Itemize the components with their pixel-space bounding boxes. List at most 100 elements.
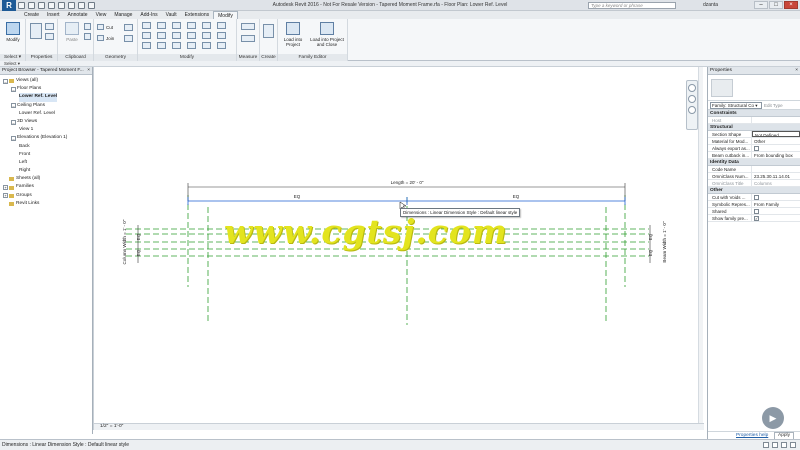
steering-wheel-icon[interactable]: [688, 84, 696, 92]
filter-icon[interactable]: [781, 442, 787, 448]
join-button[interactable]: Join: [97, 35, 114, 41]
offset-icon[interactable]: [157, 22, 166, 29]
select-dropdown[interactable]: Select ▾: [0, 54, 25, 61]
tab-modify[interactable]: Modify: [213, 11, 238, 19]
property-checkbox[interactable]: [754, 195, 759, 200]
aligned-dimension-icon[interactable]: [241, 35, 255, 42]
search-input[interactable]: Type a keyword or phrase: [588, 2, 676, 9]
collapse-icon[interactable]: –: [11, 135, 16, 141]
tab-add-ins[interactable]: Add-Ins: [136, 11, 161, 19]
trim-icon[interactable]: [187, 32, 196, 39]
geometry-tool-icon[interactable]: [124, 24, 133, 31]
array-icon[interactable]: [202, 32, 211, 39]
tab-manage[interactable]: Manage: [110, 11, 136, 19]
undo-icon[interactable]: [38, 2, 45, 9]
tree-node[interactable]: View 1: [0, 126, 92, 134]
tree-node[interactable]: – Elevations (Elevation 1): [0, 134, 92, 142]
zoom-icon[interactable]: [688, 95, 696, 103]
maximize-button[interactable]: □: [769, 1, 783, 9]
move-icon[interactable]: [142, 32, 151, 39]
property-group-header[interactable]: Identity Data: [708, 159, 800, 166]
save-icon[interactable]: [28, 2, 35, 9]
tree-node[interactable]: – Ceiling Plans: [0, 102, 92, 110]
cut-button[interactable]: Cut: [97, 24, 113, 30]
copy-icon[interactable]: [84, 23, 91, 30]
property-group-header[interactable]: Other: [708, 187, 800, 194]
property-value[interactable]: Other: [752, 138, 800, 144]
close-icon[interactable]: ×: [87, 67, 90, 74]
tab-create[interactable]: Create: [20, 11, 43, 19]
paste-button[interactable]: Paste: [61, 22, 83, 52]
property-value[interactable]: [752, 117, 800, 123]
measure-icon[interactable]: [68, 2, 75, 9]
tab-vault[interactable]: Vault: [162, 11, 181, 19]
user-name[interactable]: dzanta: [703, 2, 718, 8]
vertical-scrollbar[interactable]: [698, 67, 703, 423]
tab-annotate[interactable]: Annotate: [64, 11, 92, 19]
property-value[interactable]: [752, 145, 800, 151]
unpin-icon[interactable]: [187, 42, 196, 49]
close-icon[interactable]: ×: [795, 67, 798, 75]
tree-node[interactable]: + Groups: [0, 192, 92, 200]
open-icon[interactable]: [18, 2, 25, 9]
application-menu-button[interactable]: R: [2, 0, 16, 11]
collapse-icon[interactable]: –: [11, 103, 16, 109]
property-group-header[interactable]: Structural: [708, 124, 800, 131]
property-value[interactable]: 23.25.30.11.14.01: [752, 173, 800, 179]
tree-node[interactable]: Lower Ref. Level: [0, 110, 92, 118]
split-icon[interactable]: [202, 22, 211, 29]
collapse-icon[interactable]: –: [11, 86, 16, 92]
edit-type-button[interactable]: Edit Type: [764, 103, 783, 108]
modify-button[interactable]: Modify: [2, 22, 24, 52]
property-checkbox[interactable]: [754, 209, 759, 214]
family-types-icon[interactable]: [45, 23, 54, 30]
load-into-project-button[interactable]: Load into Project: [280, 22, 306, 52]
paint-icon[interactable]: [124, 35, 133, 42]
tree-node[interactable]: Lower Ref. Level: [0, 93, 92, 102]
property-value[interactable]: [752, 194, 800, 200]
align-icon[interactable]: [142, 22, 151, 29]
lock-icon[interactable]: [217, 42, 226, 49]
copy-tool-icon[interactable]: [157, 32, 166, 39]
3d-view-icon[interactable]: [88, 2, 95, 9]
create-group-icon[interactable]: [263, 24, 274, 38]
property-value[interactable]: From bounding box: [752, 152, 800, 158]
expand-icon[interactable]: +: [3, 185, 8, 191]
split-gap-icon[interactable]: [172, 42, 181, 49]
close-button[interactable]: ×: [784, 1, 798, 9]
worksharing-icon[interactable]: [763, 442, 769, 448]
expand-icon[interactable]: +: [3, 193, 8, 199]
property-value[interactable]: [752, 166, 800, 172]
mirror-axis-icon[interactable]: [172, 22, 181, 29]
pin-icon[interactable]: [217, 22, 226, 29]
redo-icon[interactable]: [48, 2, 55, 9]
pan-icon[interactable]: [688, 106, 696, 114]
match-icon[interactable]: [84, 33, 91, 40]
tree-node[interactable]: Front: [0, 151, 92, 159]
property-value[interactable]: [752, 208, 800, 214]
properties-icon[interactable]: [30, 23, 42, 39]
measure-distance-icon[interactable]: [241, 23, 255, 30]
tab-view[interactable]: View: [92, 11, 111, 19]
delete-icon[interactable]: [202, 42, 211, 49]
property-checkbox[interactable]: ✓: [754, 216, 759, 221]
tab-extensions[interactable]: Extensions: [181, 11, 213, 19]
property-value[interactable]: Columns: [752, 180, 800, 186]
select-links-icon[interactable]: [790, 442, 796, 448]
trim-single-icon[interactable]: [142, 42, 151, 49]
tab-insert[interactable]: Insert: [43, 11, 64, 19]
design-options-icon[interactable]: [772, 442, 778, 448]
load-and-close-button[interactable]: Load into Project and Close: [308, 22, 346, 52]
family-dropdown[interactable]: Family: Structural Co ▾: [710, 101, 762, 109]
tree-node[interactable]: – Views (all): [0, 77, 92, 85]
tree-node[interactable]: –3D Views: [0, 118, 92, 126]
scale-icon[interactable]: [217, 32, 226, 39]
tree-node[interactable]: + Families: [0, 183, 92, 191]
drawing-canvas[interactable]: Length = 20' - 0" EQ EQ EQ EQ EQ EQ Column Widt…: [93, 67, 704, 430]
tree-node[interactable]: Right: [0, 167, 92, 175]
property-value[interactable]: ✓: [752, 215, 800, 221]
collapse-icon[interactable]: –: [3, 78, 8, 84]
type-selector[interactable]: [708, 75, 800, 101]
property-value[interactable]: From Family: [752, 201, 800, 207]
print-icon[interactable]: [58, 2, 65, 9]
